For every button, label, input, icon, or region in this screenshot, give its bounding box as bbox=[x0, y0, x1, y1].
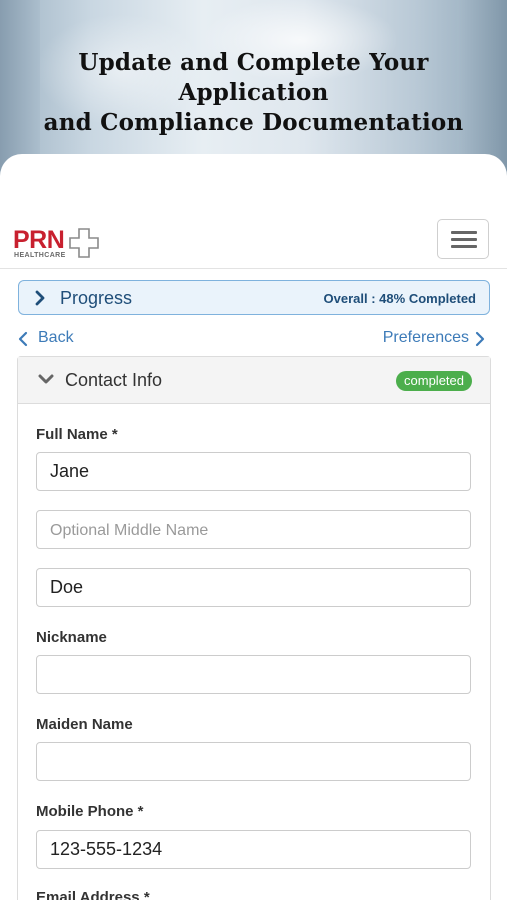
top-navbar: PRN HEALTHCARE bbox=[0, 215, 507, 269]
mobile-phone-label: Mobile Phone * bbox=[36, 803, 144, 820]
medical-cross-icon bbox=[69, 228, 99, 258]
middle-name-input[interactable] bbox=[36, 510, 471, 549]
prn-healthcare-logo[interactable]: PRN HEALTHCARE bbox=[13, 226, 103, 266]
preferences-label: Preferences bbox=[382, 329, 469, 346]
email-address-label: Email Address * bbox=[36, 889, 150, 900]
contact-info-header[interactable]: Contact Info completed bbox=[18, 357, 490, 404]
nickname-label: Nickname bbox=[36, 629, 107, 646]
chevron-right-icon bbox=[475, 331, 485, 347]
full-name-label: Full Name * bbox=[36, 426, 118, 443]
progress-bar-toggle[interactable]: Progress Overall : 48% Completed bbox=[18, 280, 490, 315]
logo-text: PRN bbox=[13, 226, 65, 254]
maiden-name-input[interactable] bbox=[36, 742, 471, 781]
nickname-input[interactable] bbox=[36, 655, 471, 694]
hero-title-line-2: and Compliance Documentation bbox=[43, 109, 464, 136]
progress-label: Progress bbox=[60, 288, 133, 308]
overall-progress-text: Overall : 48% Completed bbox=[323, 291, 476, 306]
last-name-input[interactable] bbox=[36, 568, 471, 607]
hero-title-line-1: Update and Complete Your Application bbox=[78, 49, 429, 106]
mobile-phone-input[interactable] bbox=[36, 830, 471, 869]
hamburger-menu-button[interactable] bbox=[437, 219, 489, 259]
maiden-name-label: Maiden Name bbox=[36, 716, 133, 733]
back-label: Back bbox=[38, 329, 74, 346]
hero-title: Update and Complete Your Application and… bbox=[0, 48, 507, 138]
chevron-left-icon bbox=[18, 331, 28, 347]
status-badge: completed bbox=[396, 371, 472, 391]
chevron-right-icon bbox=[35, 290, 45, 306]
first-name-input[interactable] bbox=[36, 452, 471, 491]
section-title: Contact Info bbox=[65, 370, 163, 390]
chevron-down-icon bbox=[38, 374, 54, 384]
logo-subtext: HEALTHCARE bbox=[14, 252, 66, 259]
